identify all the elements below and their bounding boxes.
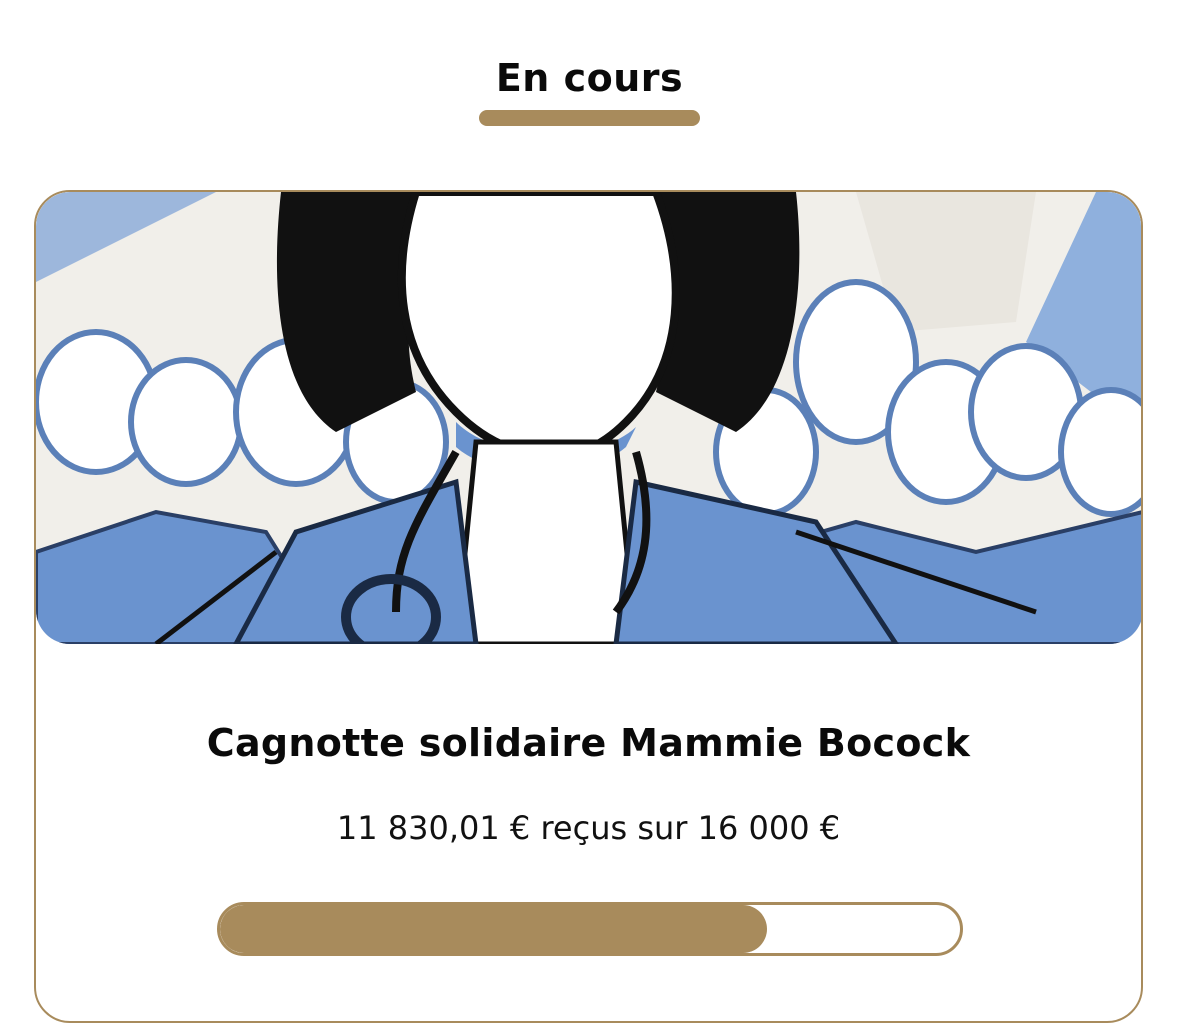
tab-en-cours[interactable]: En cours bbox=[0, 54, 1179, 102]
campaign-progress-fill bbox=[220, 905, 767, 953]
section-header: En cours bbox=[0, 0, 1179, 140]
campaign-title[interactable]: Cagnotte solidaire Mammie Bocock bbox=[36, 718, 1141, 768]
campaign-image[interactable] bbox=[36, 192, 1141, 644]
active-tab-indicator bbox=[479, 110, 700, 126]
campaign-progress-bar bbox=[217, 902, 963, 956]
campaign-amount-text: 11 830,01 € reçus sur 16 000 € bbox=[336, 809, 841, 847]
campaign-card[interactable]: Cagnotte solidaire Mammie Bocock 11 830,… bbox=[34, 190, 1143, 1023]
illustration-crowd-woman-icon bbox=[36, 192, 1141, 644]
